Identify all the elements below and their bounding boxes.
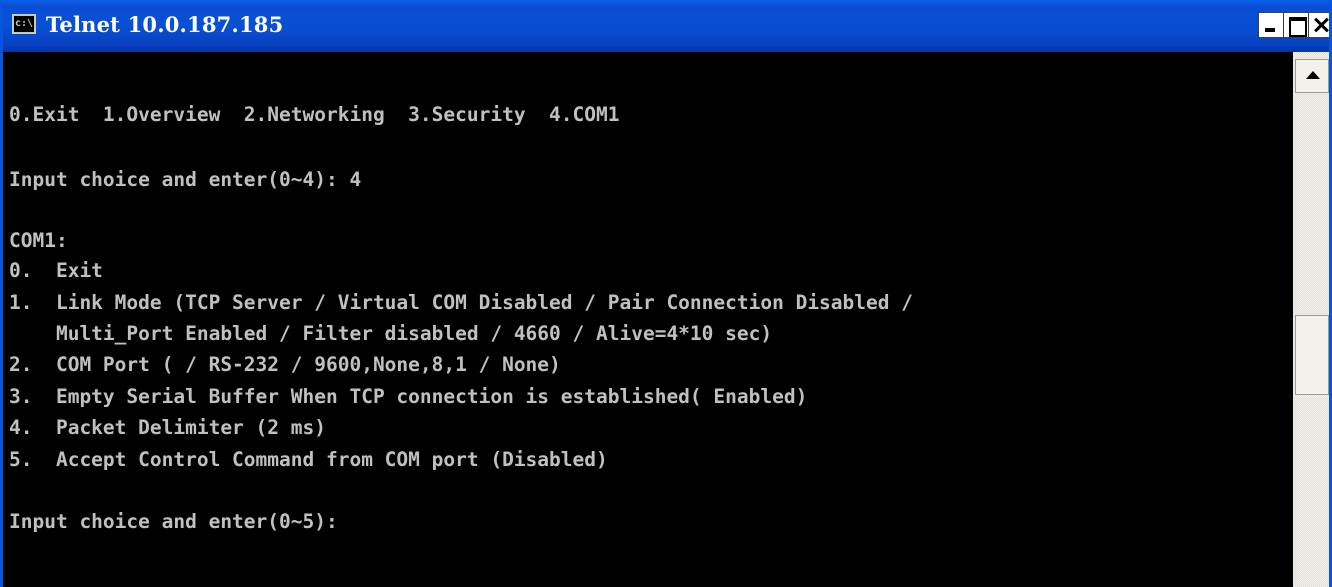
telnet-window: c:\ Telnet 10.0.187.185 0.Exit 1.Overvie… (0, 0, 1332, 587)
option-line: 3. Empty Serial Buffer When TCP connecti… (9, 385, 808, 408)
console-icon[interactable]: c:\ (12, 14, 36, 34)
close-button[interactable] (1308, 12, 1329, 38)
option-line: 0. Exit (9, 259, 103, 282)
option-line: 5. Accept Control Command from COM port … (9, 448, 608, 471)
console-output[interactable]: 0.Exit 1.Overview 2.Networking 3.Securit… (3, 52, 1293, 587)
option-line: 1. Link Mode (TCP Server / Virtual COM D… (9, 291, 913, 314)
option-line: 2. COM Port ( / RS-232 / 9600,None,8,1 /… (9, 353, 561, 376)
scroll-up-arrow-icon[interactable] (1295, 59, 1329, 93)
prompt-line: Input choice and enter(0~5): (9, 510, 338, 533)
option-continuation-line: Multi_Port Enabled / Filter disabled / 4… (9, 322, 773, 345)
maximize-button[interactable] (1283, 12, 1309, 38)
vertical-scrollbar[interactable] (1293, 52, 1329, 587)
option-line: 4. Packet Delimiter (2 ms) (9, 416, 326, 439)
title-bar[interactable]: c:\ Telnet 10.0.187.185 (3, 0, 1329, 52)
minimize-button[interactable] (1258, 12, 1284, 38)
section-heading: COM1: (9, 229, 68, 252)
menu-line: 0.Exit 1.Overview 2.Networking 3.Securit… (9, 103, 620, 126)
window-title: Telnet 10.0.187.185 (46, 12, 284, 37)
scroll-thumb[interactable] (1295, 315, 1329, 395)
prompt-line: Input choice and enter(0~4): 4 (9, 168, 362, 191)
